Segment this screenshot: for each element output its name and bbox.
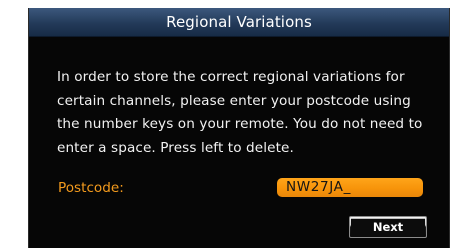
dialog-title: Regional Variations [166,13,312,31]
postcode-label: Postcode: [58,180,124,196]
instructions-text: In order to store the correct regional v… [57,69,423,156]
next-button-label: Next [372,220,404,234]
next-button[interactable]: Next [349,216,427,238]
dialog-title-bar: Regional Variations [29,8,449,37]
postcode-input[interactable]: NW27JA_ [277,178,423,197]
regional-variations-dialog: Regional Variations In order to store th… [28,8,450,248]
